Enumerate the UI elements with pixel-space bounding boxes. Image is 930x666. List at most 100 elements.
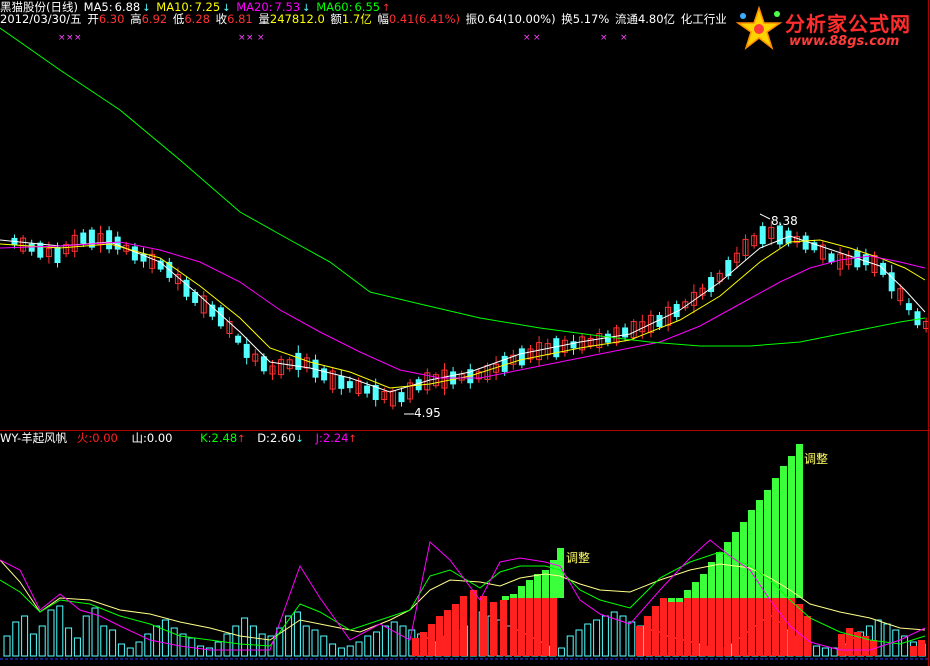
candle <box>346 381 353 389</box>
fire-bar <box>764 598 771 656</box>
candle <box>114 236 121 250</box>
indicator-header: WY-羊起风帆 火:0.00 山:0.00 K:2.48↑ D:2.60↓ J:… <box>0 431 359 447</box>
indicator-outline-bar <box>249 625 257 657</box>
fire-bar <box>910 646 917 656</box>
mountain-label: 山: <box>131 431 147 445</box>
indicator-outline-bar <box>364 635 372 657</box>
fire-bar <box>636 626 643 656</box>
fire-bar <box>542 598 549 656</box>
fire-label: 火: <box>76 431 93 445</box>
j-label: J: <box>315 431 323 445</box>
candle <box>260 356 267 372</box>
mountain-bar <box>724 542 731 598</box>
indicator-outline-bar <box>73 637 81 657</box>
indicator-outline-bar <box>584 623 592 657</box>
fire-bar <box>460 596 467 656</box>
mountain-bar <box>716 552 723 598</box>
indicator-outline-bar <box>109 629 117 657</box>
candle <box>235 335 242 343</box>
fire-bar <box>804 616 811 656</box>
high-pointer <box>759 213 771 220</box>
indicator-outline-bar <box>38 625 46 657</box>
mountain-bar <box>708 562 715 598</box>
signal-marker-icon: × <box>238 33 246 43</box>
indicator-outline-bar <box>381 625 389 657</box>
indicator-outline-bar <box>197 645 205 657</box>
fire-bar <box>428 624 435 656</box>
candle <box>622 327 629 338</box>
signal-marker-icon: × <box>257 33 265 43</box>
indicator-outline-bar <box>135 641 143 657</box>
indicator-outline-bar <box>329 643 337 657</box>
fire-bar <box>732 598 739 656</box>
candle <box>88 229 95 248</box>
indicator-outline-bar <box>179 633 187 657</box>
indicator-outline-bar <box>821 647 829 657</box>
candle <box>759 226 766 245</box>
fire-bar <box>724 598 731 656</box>
fire-bar <box>470 590 477 656</box>
indicator-outline-bar <box>601 615 609 657</box>
mountain-bar <box>534 574 541 598</box>
mountain-bar <box>740 522 747 598</box>
fire-bar <box>684 598 691 656</box>
indicator-outline-bar <box>65 627 73 657</box>
indicator-outline-bar <box>320 635 328 657</box>
fire-bar <box>796 604 803 656</box>
fire-bar <box>660 598 667 656</box>
indicator-outline-bar <box>373 631 381 657</box>
indicator-outline-bar <box>566 635 574 657</box>
mountain-bar <box>684 590 691 598</box>
mountain-bar <box>510 594 517 598</box>
k-arrow-icon: ↑ <box>237 434 246 445</box>
candle <box>54 247 61 263</box>
fire-bar <box>708 598 715 656</box>
fire-bar <box>490 602 497 656</box>
mountain-bar <box>764 490 771 598</box>
signal-marker-icon: × <box>74 33 82 43</box>
fire-bar <box>748 598 755 656</box>
indicator-outline-bar <box>575 629 583 657</box>
indicator-outline-bar <box>56 605 64 657</box>
candle <box>364 385 371 394</box>
fire-bar <box>436 616 443 656</box>
fire-bar <box>526 598 533 656</box>
mountain-bar <box>788 456 795 598</box>
d-value: 2.60 <box>269 431 296 445</box>
indicator-outline-bar <box>82 615 90 657</box>
mountain-bar <box>550 560 557 598</box>
indicator-outline-bar <box>144 633 152 657</box>
j-arrow-icon: ↑ <box>348 434 357 445</box>
stock-chart[interactable]: × × × × × × × × × × <box>0 0 930 666</box>
candle <box>243 343 250 358</box>
indicator-name: WY-羊起风帆 <box>0 431 68 445</box>
d-label: D: <box>257 431 270 445</box>
mountain-bar <box>732 532 739 598</box>
indicator-outline-bar <box>390 621 398 657</box>
indicator-outline-bar <box>223 633 231 657</box>
candle <box>80 232 87 244</box>
candle <box>37 242 44 258</box>
mountain-bar <box>700 574 707 598</box>
fire-value: 0.00 <box>92 431 118 445</box>
high-price-label: 8.38 <box>771 214 798 228</box>
fire-bar <box>846 628 853 656</box>
indicator-outline-bar <box>161 619 169 657</box>
fire-bar <box>780 598 787 656</box>
candle <box>914 311 921 326</box>
mountain-bar <box>796 444 803 598</box>
ma20-line <box>0 241 926 379</box>
fire-bar <box>444 610 451 656</box>
indicator-outline-bar <box>293 611 301 657</box>
fire-bar <box>480 596 487 656</box>
signal-marker-icon: × <box>600 33 608 43</box>
indicator-outline-bar <box>346 645 354 657</box>
candle <box>828 253 835 263</box>
indicator-outline-bar <box>337 647 345 657</box>
candle <box>518 348 525 366</box>
signal-marker-icon: × <box>620 33 628 43</box>
fire-bar <box>518 598 525 656</box>
k-value: 2.48 <box>211 431 238 445</box>
signal-marker-icon: × <box>523 33 531 43</box>
mountain-bar <box>676 598 683 602</box>
